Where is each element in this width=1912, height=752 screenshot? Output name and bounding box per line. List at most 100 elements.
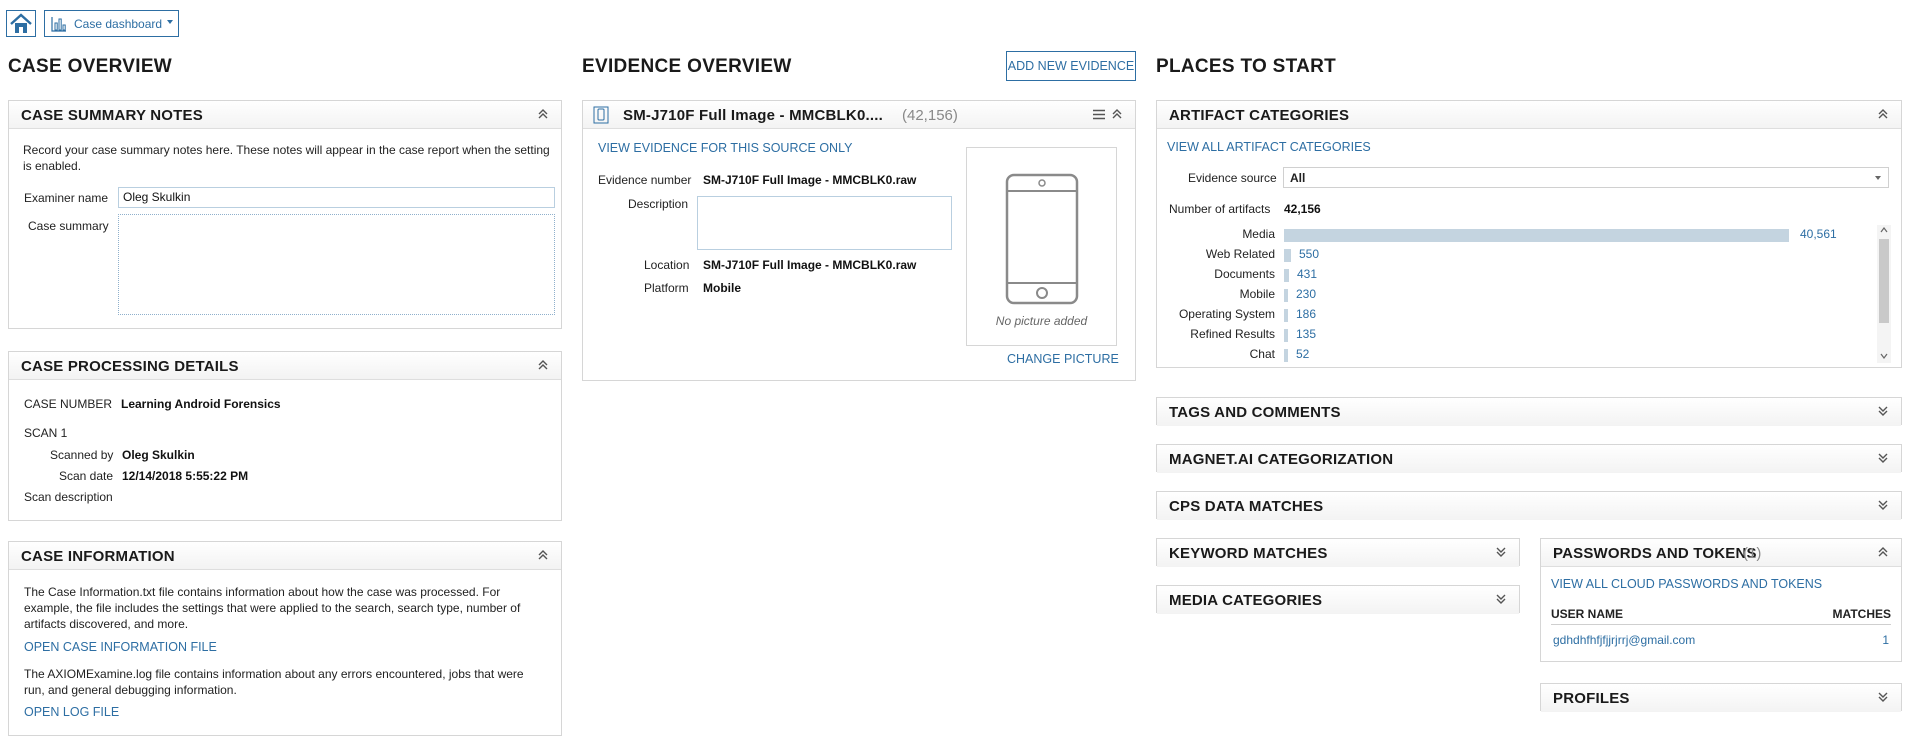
artifact-category-bar[interactable] [1284,249,1291,262]
expand-icon[interactable] [1877,499,1889,511]
artifact-category-label: Web Related [1205,247,1275,261]
evidence-number-label: Evidence number [598,173,692,187]
phone-icon [593,106,609,124]
expand-icon[interactable] [1495,546,1507,558]
user-name-column-header[interactable]: USER NAME [1551,607,1623,621]
scroll-thumb[interactable] [1879,239,1889,323]
scanned-by-value: Oleg Skulkin [122,448,195,462]
artifact-category-label: Mobile [1239,287,1275,301]
artifact-category-row[interactable]: Chat 52 [1157,347,1877,363]
profiles-title: PROFILES [1553,690,1630,707]
artifact-category-count[interactable]: 230 [1296,287,1316,301]
view-all-artifact-categories-link[interactable]: VIEW ALL ARTIFACT CATEGORIES [1167,140,1371,154]
collapse-icon[interactable] [537,108,549,120]
phone-placeholder-icon [1005,173,1079,305]
table-row[interactable]: gdhdhfhfjfjjrjrrj@gmail.com 1 [1551,633,1891,651]
home-icon [10,13,32,33]
expand-icon[interactable] [1495,593,1507,605]
evidence-source-select[interactable]: All [1283,167,1889,188]
collapse-icon[interactable] [1877,546,1889,558]
artifact-category-count[interactable]: 52 [1296,347,1309,361]
view-all-passwords-link[interactable]: VIEW ALL CLOUD PASSWORDS AND TOKENS [1551,577,1822,591]
magnet-ai-panel[interactable]: MAGNET.AI CATEGORIZATION [1156,444,1902,473]
scroll-down-icon[interactable] [1880,353,1888,359]
artifact-category-bar[interactable] [1284,309,1288,322]
password-matches-count[interactable]: 1 [1882,633,1889,647]
case-processing-details-title: CASE PROCESSING DETAILS [21,358,239,375]
media-categories-panel[interactable]: MEDIA CATEGORIES [1156,585,1520,614]
table-header-divider [1551,624,1891,625]
artifact-category-label: Refined Results [1190,327,1275,341]
open-log-file-link[interactable]: OPEN LOG FILE [24,705,119,719]
evidence-card-title: SM-J710F Full Image - MMCBLK0.... [623,107,883,124]
collapse-icon[interactable] [1877,108,1889,120]
artifact-category-count[interactable]: 431 [1297,267,1317,281]
location-value: SM-J710F Full Image - MMCBLK0.raw [703,258,917,272]
collapse-icon[interactable] [537,359,549,371]
scan-description-label: Scan description [24,490,113,504]
summary-notes-description: Record your case summary notes here. The… [23,143,550,173]
artifact-category-count[interactable]: 40,561 [1800,227,1837,241]
expand-icon[interactable] [1877,691,1889,703]
artifact-category-row[interactable]: Media 40,561 [1157,227,1877,243]
artifact-category-bar[interactable] [1284,289,1288,302]
keyword-matches-panel[interactable]: KEYWORD MATCHES [1156,538,1520,567]
evidence-source-label: Evidence source [1188,171,1277,185]
scroll-up-icon[interactable] [1880,227,1888,233]
collapse-icon[interactable] [537,549,549,561]
artifact-category-count[interactable]: 135 [1296,327,1316,341]
panel-header: PASSWORDS AND TOKENS (1) [1541,539,1901,567]
artifact-category-bar[interactable] [1284,269,1289,282]
case-summary-notes-title: CASE SUMMARY NOTES [21,107,203,124]
view-selector[interactable]: Case dashboard [44,10,179,37]
change-picture-link[interactable]: CHANGE PICTURE [1007,352,1119,366]
media-categories-title: MEDIA CATEGORIES [1169,592,1323,609]
artifact-category-bar[interactable] [1284,329,1288,342]
tags-and-comments-panel[interactable]: TAGS AND COMMENTS [1156,397,1902,426]
expand-icon[interactable] [1877,452,1889,464]
chevron-down-icon [1875,176,1881,180]
artifact-category-row[interactable]: Web Related 550 [1157,247,1877,263]
artifact-category-row[interactable]: Operating System 186 [1157,307,1877,323]
view-evidence-source-link[interactable]: VIEW EVIDENCE FOR THIS SOURCE ONLY [598,141,852,155]
chevron-down-icon [167,20,173,24]
examiner-name-field[interactable]: Oleg Skulkin [118,187,555,208]
home-button[interactable] [6,10,36,37]
category-scrollbar[interactable] [1877,225,1891,363]
evidence-overview-title: EVIDENCE OVERVIEW [582,56,792,77]
profiles-panel[interactable]: PROFILES [1540,683,1902,712]
panel-header: SM-J710F Full Image - MMCBLK0.... (42,15… [583,101,1135,129]
panel-header: PROFILES [1541,684,1901,712]
expand-icon[interactable] [1877,405,1889,417]
password-user-name[interactable]: gdhdhfhfjfjjrjrrj@gmail.com [1553,633,1695,647]
case-summary-notes-panel: CASE SUMMARY NOTES Record your case summ… [8,100,562,329]
description-field[interactable] [697,196,952,250]
case-information-text: The Case Information.txt file contains i… [24,585,521,631]
description-label: Description [628,197,689,211]
case-summary-field[interactable] [118,214,555,315]
panel-header: CPS DATA MATCHES [1157,492,1901,520]
artifact-category-count[interactable]: 550 [1299,247,1319,261]
collapse-icon[interactable] [1111,108,1123,120]
magnet-ai-title: MAGNET.AI CATEGORIZATION [1169,451,1394,468]
artifact-category-row[interactable]: Documents 431 [1157,267,1877,283]
matches-column-header[interactable]: MATCHES [1833,607,1891,621]
panel-header: KEYWORD MATCHES [1157,539,1519,567]
artifact-category-bar[interactable] [1284,229,1789,242]
open-case-information-link[interactable]: OPEN CASE INFORMATION FILE [24,640,217,654]
artifact-category-count[interactable]: 186 [1296,307,1316,321]
cps-data-matches-panel[interactable]: CPS DATA MATCHES [1156,491,1902,520]
artifact-category-row[interactable]: Mobile 230 [1157,287,1877,303]
artifact-bar-chart: Media 40,561 Web Related 550 Documents 431 Mob… [1157,227,1877,363]
artifact-category-label: Chat [1249,347,1275,361]
add-new-evidence-button[interactable]: ADD NEW EVIDENCE [1006,51,1136,81]
artifact-category-bar[interactable] [1284,349,1288,362]
platform-label: Platform [644,281,689,295]
passwords-and-tokens-panel: PASSWORDS AND TOKENS (1) VIEW ALL CLOUD … [1540,538,1902,662]
places-to-start-title: PLACES TO START [1156,56,1337,77]
evidence-number-value: SM-J710F Full Image - MMCBLK0.raw [703,173,917,187]
artifact-category-row[interactable]: Refined Results 135 [1157,327,1877,343]
number-of-artifacts-label: Number of artifacts [1169,202,1271,216]
device-picture-box[interactable]: No picture added [966,147,1117,346]
menu-icon[interactable] [1093,109,1105,120]
